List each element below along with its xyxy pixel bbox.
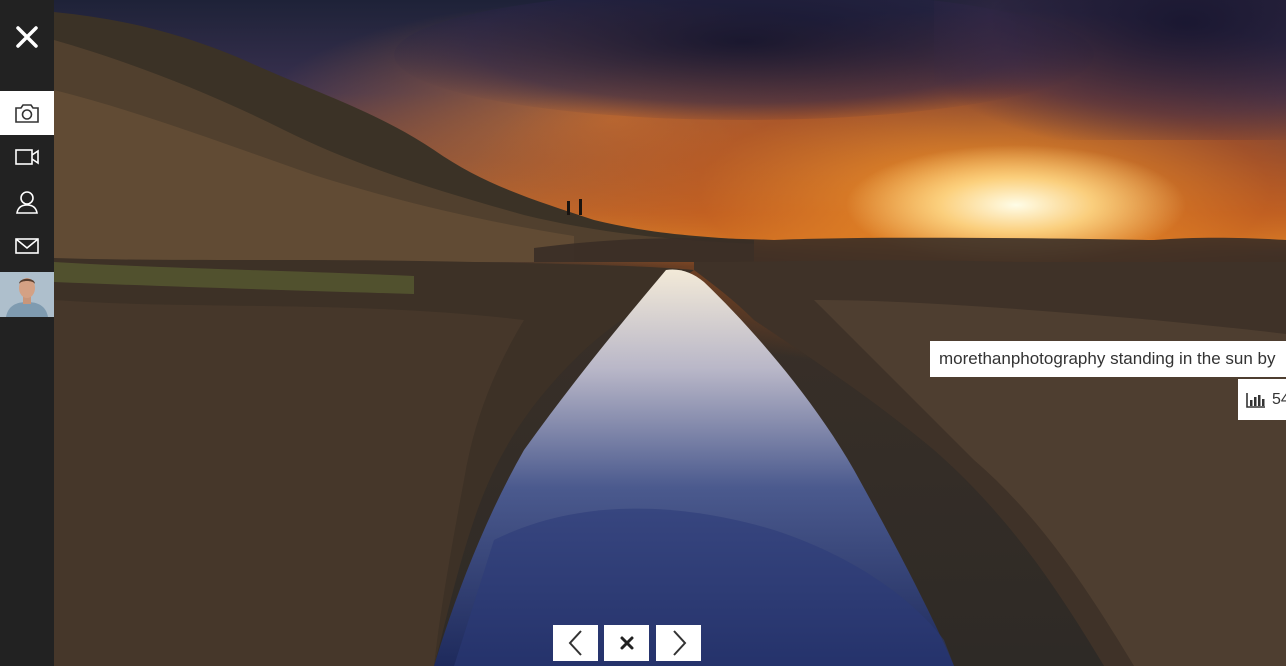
avatar-image: [0, 272, 54, 317]
sidebar-item-contact[interactable]: [0, 224, 54, 268]
sidebar-item-photos[interactable]: [0, 91, 54, 135]
sidebar-item-profile[interactable]: [0, 180, 54, 224]
mail-icon: [15, 238, 39, 254]
close-viewer-button[interactable]: [604, 625, 649, 661]
camera-icon: [15, 104, 39, 123]
bar-chart-icon: [1246, 392, 1266, 408]
user-icon: [16, 191, 38, 214]
background-photo: [54, 0, 1286, 666]
chevron-right-icon: [672, 630, 686, 656]
water-channel: [434, 269, 954, 666]
photo-caption: morethanphotography standing in the sun …: [930, 341, 1286, 377]
avatar[interactable]: [0, 272, 54, 317]
view-count-badge: 54: [1238, 379, 1286, 420]
chevron-left-icon: [568, 630, 582, 656]
video-icon: [15, 149, 39, 165]
view-count: 54: [1272, 391, 1286, 408]
close-icon: [16, 26, 38, 48]
previous-button[interactable]: [553, 625, 598, 661]
sidebar: [0, 0, 54, 666]
close-icon: [620, 636, 633, 650]
close-button[interactable]: [0, 14, 54, 60]
caption-text: morethanphotography standing in the sun …: [939, 349, 1276, 368]
next-button[interactable]: [656, 625, 701, 661]
sidebar-item-videos[interactable]: [0, 135, 54, 179]
